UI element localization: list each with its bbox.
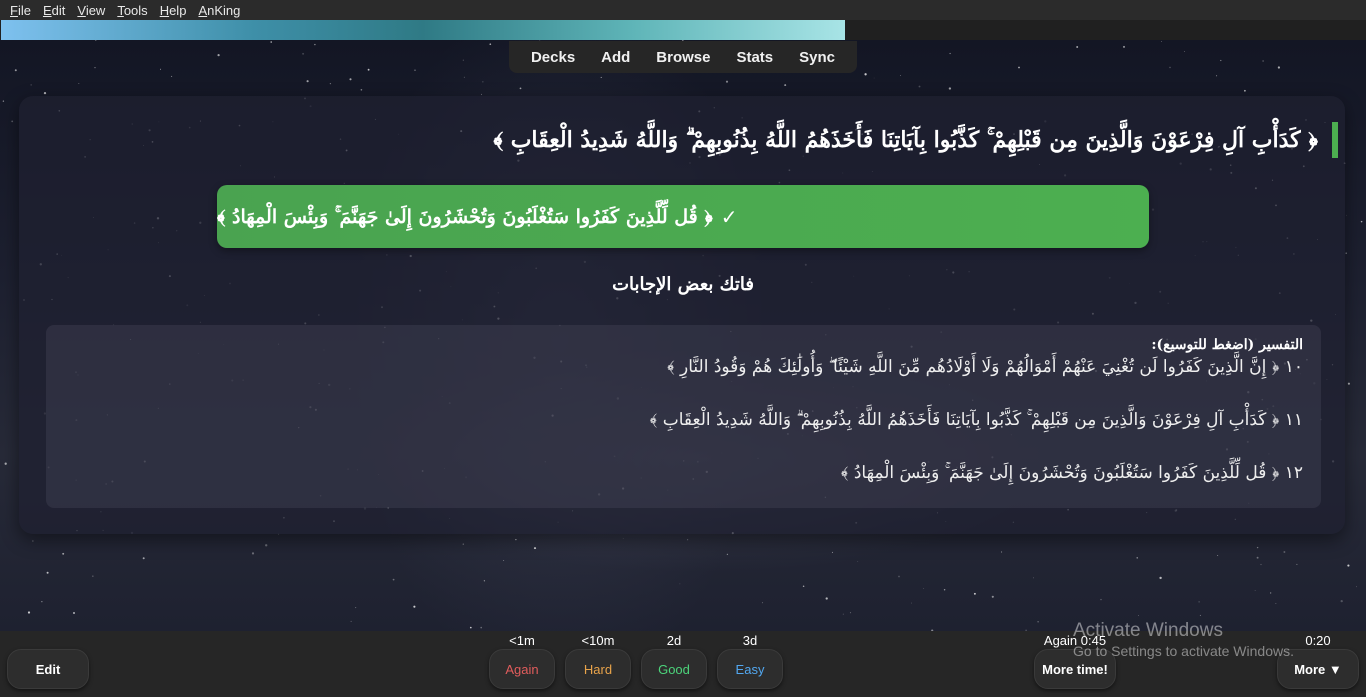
tafsir-section[interactable]: التفسير (اضغط للتوسيع): ١٠ ﴿ إِنَّ الَّذ… <box>46 325 1321 508</box>
elapsed-timer: 0:20 <box>1305 633 1331 648</box>
again-interval: <1m <box>509 633 535 648</box>
menu-help[interactable]: Help <box>154 3 193 18</box>
ayah-11: ١١ ﴿ كَدَأْبِ آلِ فِرْعَوْنَ وَالَّذِينَ… <box>649 410 1303 430</box>
question-accent-bar <box>1332 122 1338 158</box>
ayah-12: ١٢ ﴿ قُل لِّلَّذِينَ كَفَرُوا سَتُغْلَبُ… <box>840 463 1303 483</box>
menu-view[interactable]: View <box>71 3 111 18</box>
menu-anking[interactable]: AnKing <box>192 3 246 18</box>
activate-windows-watermark: Activate Windows Go to Settings to activ… <box>1073 620 1294 659</box>
easy-button[interactable]: Easy <box>717 649 783 689</box>
menu-file[interactable]: File <box>4 3 37 18</box>
watermark-subtitle: Go to Settings to activate Windows. <box>1073 643 1294 659</box>
check-icon: ✓ <box>720 204 738 229</box>
watermark-title: Activate Windows <box>1073 620 1223 641</box>
ayah-10: ١٠ ﴿ إِنَّ الَّذِينَ كَفَرُوا لَن تُغْنِ… <box>667 357 1303 377</box>
tafsir-title[interactable]: التفسير (اضغط للتوسيع): <box>64 337 1303 353</box>
answer-text: ﴿ قُل لِّلَّذِينَ كَفَرُوا سَتُغْلَبُونَ… <box>217 205 713 228</box>
review-progress-bar <box>0 20 1366 40</box>
top-toolbar: Decks Add Browse Stats Sync <box>509 41 857 73</box>
hard-interval: <10m <box>581 633 615 648</box>
correct-answer-box: ✓ ﴿ قُل لِّلَّذِينَ كَفَرُوا سَتُغْلَبُو… <box>217 185 1149 248</box>
question-text: ﴿ كَدَأْبِ آلِ فِرْعَوْنَ وَالَّذِينَ مِ… <box>493 127 1318 153</box>
progress-fill <box>1 20 846 40</box>
add-link[interactable]: Add <box>597 49 634 66</box>
menu-tools[interactable]: Tools <box>111 3 153 18</box>
easy-interval: 3d <box>742 633 758 648</box>
browse-link[interactable]: Browse <box>652 49 714 66</box>
stats-link[interactable]: Stats <box>732 49 777 66</box>
good-button[interactable]: Good <box>641 649 707 689</box>
missed-answers-note: فاتك بعض الإجابات <box>612 274 754 295</box>
good-interval: 2d <box>666 633 682 648</box>
menu-edit[interactable]: Edit <box>37 3 71 18</box>
menu-bar: File Edit View Tools Help AnKing <box>0 0 1366 20</box>
sync-link[interactable]: Sync <box>795 49 839 66</box>
question-row: ﴿ كَدَأْبِ آلِ فِرْعَوْنَ وَالَّذِينَ مِ… <box>493 122 1338 158</box>
hard-button[interactable]: Hard <box>565 649 631 689</box>
decks-link[interactable]: Decks <box>527 49 579 66</box>
again-button[interactable]: Again <box>489 649 555 689</box>
edit-button[interactable]: Edit <box>7 649 89 689</box>
